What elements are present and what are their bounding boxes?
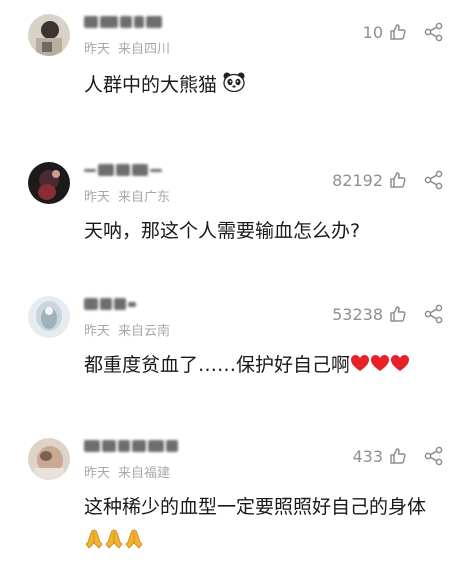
comment-location: 来自福建 xyxy=(118,466,171,481)
comment-meta: 昨天 来自福建 xyxy=(84,462,170,481)
comment-text: 人群中的大熊猫 xyxy=(84,68,449,103)
comment-meta: 昨天 来自云南 xyxy=(84,320,170,339)
avatar[interactable] xyxy=(28,438,70,480)
avatar[interactable] xyxy=(28,14,70,56)
thumbs-up-icon[interactable] xyxy=(387,169,409,191)
username-blurred[interactable] xyxy=(84,296,136,312)
thumbs-up-icon[interactable] xyxy=(387,21,409,43)
comment-location: 来自四川 xyxy=(118,42,171,57)
comment-time: 昨天 xyxy=(84,190,111,205)
emoji-row xyxy=(84,526,449,556)
share-icon[interactable] xyxy=(423,445,445,467)
thumbs-up-icon[interactable] xyxy=(387,303,409,325)
comment-body: 都重度贫血了……保护好自己啊 xyxy=(84,354,351,376)
avatar[interactable] xyxy=(28,296,70,338)
username-blurred[interactable] xyxy=(84,162,162,178)
comment-text: 这种稀少的血型一定要照照好自己的身体 xyxy=(84,490,449,556)
comment-meta: 昨天 来自四川 xyxy=(84,38,170,57)
like-count: 433 xyxy=(352,446,383,466)
comment-time: 昨天 xyxy=(84,42,111,57)
comment-body: 人群中的大熊猫 xyxy=(84,74,218,96)
comment-body: 天呐，那这个人需要输血怎么办? xyxy=(84,220,361,242)
thumbs-up-icon[interactable] xyxy=(387,445,409,467)
comment-actions: 433 xyxy=(352,444,445,468)
like-count: 10 xyxy=(362,22,383,42)
avatar[interactable] xyxy=(28,162,70,204)
comment-text: 都重度贫血了……保护好自己啊 xyxy=(84,348,449,383)
comment-time: 昨天 xyxy=(84,466,111,481)
share-icon[interactable] xyxy=(423,303,445,325)
share-icon[interactable] xyxy=(423,21,445,43)
comment-location: 来自云南 xyxy=(118,324,171,339)
red-heart-icon xyxy=(350,349,370,383)
folded-hands-icon xyxy=(84,527,104,561)
share-icon[interactable] xyxy=(423,169,445,191)
like-count: 82192 xyxy=(332,170,383,190)
comment-actions: 82192 xyxy=(332,168,445,192)
folded-hands-icon xyxy=(124,527,144,561)
comment-location: 来自广东 xyxy=(118,190,171,205)
panda-face-icon xyxy=(223,69,245,103)
comment-time: 昨天 xyxy=(84,324,111,339)
comment-actions: 53238 xyxy=(332,302,445,326)
red-heart-icon xyxy=(370,349,390,383)
folded-hands-icon xyxy=(104,527,124,561)
like-count: 53238 xyxy=(332,304,383,324)
username-blurred[interactable] xyxy=(84,438,178,454)
comment-actions: 10 xyxy=(363,20,445,44)
red-heart-icon xyxy=(390,349,410,383)
comment-meta: 昨天 来自广东 xyxy=(84,186,170,205)
comment-body: 这种稀少的血型一定要照照好自己的身体 xyxy=(84,496,427,518)
username-blurred[interactable] xyxy=(84,14,162,30)
comment-text: 天呐，那这个人需要输血怎么办? xyxy=(84,214,449,248)
